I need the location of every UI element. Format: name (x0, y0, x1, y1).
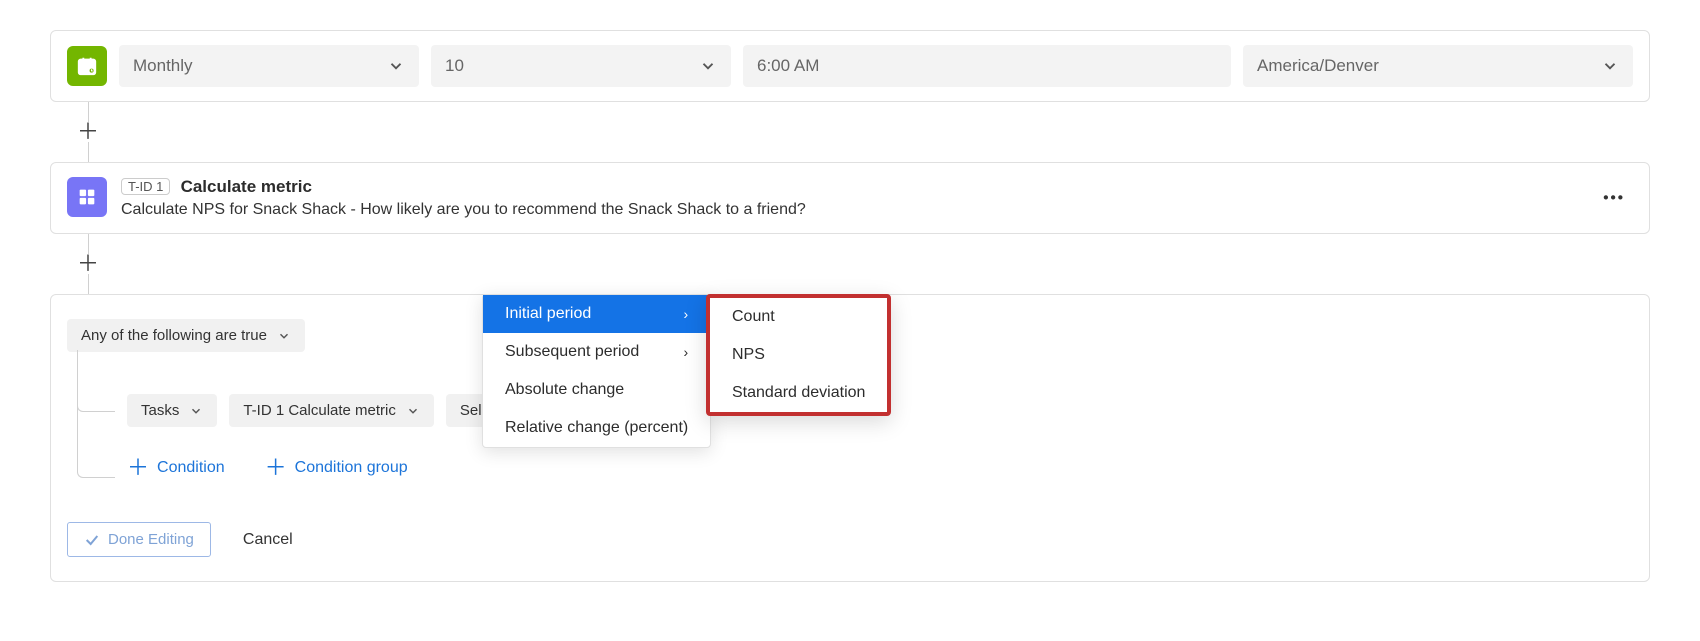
plus-icon: ＋ (127, 457, 149, 479)
task-more-menu[interactable]: ••• (1603, 190, 1625, 207)
option-menu: Initial period › Subsequent period › Abs… (482, 294, 711, 448)
task-description: Calculate NPS for Snack Shack - How like… (121, 201, 1633, 219)
check-icon (84, 532, 100, 548)
calculator-icon (67, 177, 107, 217)
chevron-down-icon (189, 404, 203, 418)
time-select[interactable]: 6:00 AM (743, 45, 1231, 87)
add-condition-button[interactable]: ＋ Condition (127, 457, 225, 479)
timezone-value: America/Denver (1257, 56, 1379, 76)
option-submenu: Count NPS Standard deviation (706, 294, 891, 416)
menu-item-subsequent-period[interactable]: Subsequent period › (483, 333, 710, 371)
submenu-item-stddev[interactable]: Standard deviation (710, 374, 887, 412)
chevron-down-icon (699, 57, 717, 75)
menu-item-relative-change[interactable]: Relative change (percent) (483, 409, 710, 447)
condition-source-select[interactable]: Tasks (127, 394, 217, 427)
submenu-item-count[interactable]: Count (710, 298, 887, 336)
schedule-calendar-icon (67, 46, 107, 86)
done-editing-button[interactable]: Done Editing (67, 522, 211, 557)
chevron-down-icon (387, 57, 405, 75)
add-step-button[interactable]: ＋ (78, 122, 98, 142)
task-title: Calculate metric (181, 177, 312, 196)
chevron-down-icon (406, 404, 420, 418)
task-id-badge: T-ID 1 (121, 178, 170, 195)
schedule-card: Monthly 10 6:00 AM America/Denver (50, 30, 1650, 102)
submenu-item-nps[interactable]: NPS (710, 336, 887, 374)
metric-task-card: T-ID 1 Calculate metric Calculate NPS fo… (50, 162, 1650, 234)
condition-task-select[interactable]: T-ID 1 Calculate metric (229, 394, 434, 427)
day-value: 10 (445, 56, 464, 76)
timezone-select[interactable]: America/Denver (1243, 45, 1633, 87)
editor-footer: Done Editing Cancel (67, 522, 1633, 557)
menu-item-initial-period[interactable]: Initial period › (483, 295, 710, 333)
add-step-button[interactable]: ＋ (78, 254, 98, 274)
condition-group-mode[interactable]: Any of the following are true (67, 319, 305, 352)
day-select[interactable]: 10 (431, 45, 731, 87)
menu-item-absolute-change[interactable]: Absolute change (483, 371, 710, 409)
chevron-right-icon: › (684, 306, 689, 322)
frequency-value: Monthly (133, 56, 193, 76)
connector: ＋ (50, 102, 1650, 162)
plus-icon: ＋ (265, 457, 287, 479)
time-value: 6:00 AM (757, 56, 819, 76)
chevron-right-icon: › (684, 344, 689, 360)
cancel-button[interactable]: Cancel (243, 531, 293, 549)
connector: ＋ (50, 234, 1650, 294)
frequency-select[interactable]: Monthly (119, 45, 419, 87)
chevron-down-icon (277, 329, 291, 343)
chevron-down-icon (1601, 57, 1619, 75)
tree-connector (77, 352, 127, 482)
add-condition-group-button[interactable]: ＋ Condition group (265, 457, 408, 479)
